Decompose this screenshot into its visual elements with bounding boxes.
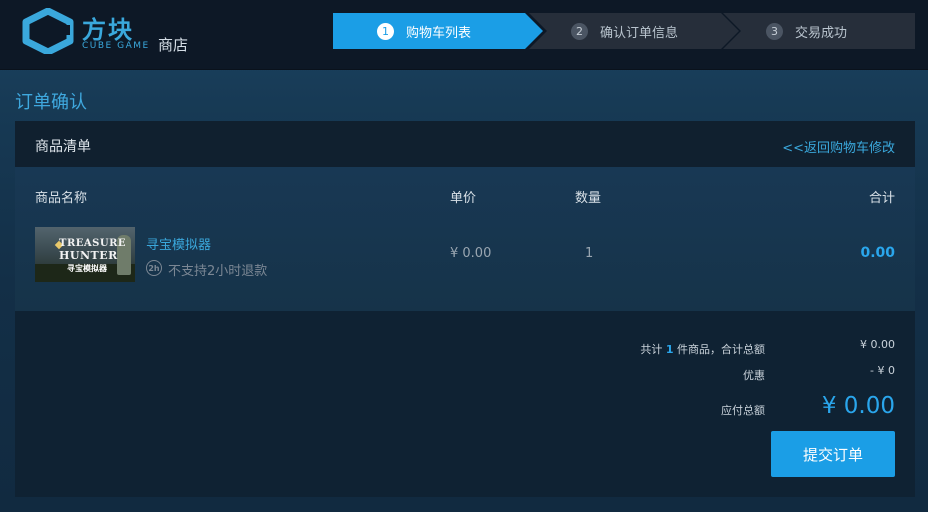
order-summary: 共计 1 件商品，合计总额 ¥ 0.00 优惠 - ¥ 0 应付总额 ¥ 0.0… <box>15 311 915 497</box>
step-transaction-success: 3 交易成功 <box>723 13 915 49</box>
step-number-badge: 1 <box>377 22 394 40</box>
panel-title: 商品清单 <box>35 139 91 155</box>
step-cart-list: 1 购物车列表 <box>333 13 543 49</box>
refund-policy-note: 不支持2小时退款 <box>168 264 268 279</box>
count-prefix: 共计 <box>640 343 663 356</box>
logo-title: 方块 <box>82 16 134 44</box>
step-label: 确认订单信息 <box>600 25 679 41</box>
submit-order-button[interactable]: 提交订单 <box>771 431 895 477</box>
item-total: 0.00 <box>860 245 895 261</box>
thumbnail-title-line1: TREASURE <box>59 238 127 249</box>
product-thumbnail[interactable]: TREASURE HUNTER 寻宝模拟器 <box>35 227 135 282</box>
thumbnail-title-line3: 寻宝模拟器 <box>67 264 107 273</box>
thumbnail-title-line2: HUNTER <box>59 249 118 262</box>
shop-label[interactable]: 商店 <box>158 34 188 55</box>
step-label: 购物车列表 <box>406 25 472 41</box>
column-header-qty: 数量 <box>575 191 602 206</box>
step-confirm-order: 2 确认订单信息 <box>529 13 739 49</box>
cube-game-logo[interactable]: 方块 CUBE GAME <box>20 8 160 58</box>
checkout-steps: 1 购物车列表 2 确认订单信息 3 交易成功 <box>333 13 915 49</box>
discount-value: - ¥ 0 <box>870 364 895 377</box>
item-count: 1 <box>665 343 674 356</box>
top-header: 方块 CUBE GAME 商店 1 购物车列表 2 确认订单信息 3 交易成功 <box>0 0 928 70</box>
count-suffix: 件商品，合计总额 <box>677 343 765 356</box>
column-header-total: 合计 <box>868 191 895 206</box>
panel-header: 商品清单 <<返回购物车修改 <box>15 121 915 167</box>
product-name-link[interactable]: 寻宝模拟器 <box>146 234 211 253</box>
items-table: 商品名称 单价 数量 合计 TREASURE HUNTER 寻宝模拟器 寻宝模拟… <box>15 167 915 311</box>
order-panel: 商品清单 <<返回购物车修改 商品名称 单价 数量 合计 TREASURE HU… <box>15 121 915 497</box>
step-label: 交易成功 <box>795 25 848 41</box>
item-unit-price: ¥ 0.00 <box>450 246 492 261</box>
column-header-name: 商品名称 <box>35 191 88 206</box>
column-header-price: 单价 <box>450 191 477 206</box>
step-number-badge: 3 <box>766 22 783 40</box>
subtotal-value: ¥ 0.00 <box>860 338 895 351</box>
item-count-label: 共计 1 件商品，合计总额 <box>640 341 765 357</box>
page-title: 订单确认 <box>15 92 87 113</box>
payable-label: 应付总额 <box>721 404 765 417</box>
item-quantity: 1 <box>585 246 594 261</box>
step-number-badge: 2 <box>571 22 588 40</box>
logo-subtitle: CUBE GAME <box>82 41 150 51</box>
payable-total: ¥ 0.00 <box>821 393 895 419</box>
cube-logo-icon <box>22 8 74 54</box>
back-to-cart-link[interactable]: <<返回购物车修改 <box>782 137 895 156</box>
discount-label: 优惠 <box>743 369 765 382</box>
refund-policy-icon: 2h <box>146 260 162 276</box>
